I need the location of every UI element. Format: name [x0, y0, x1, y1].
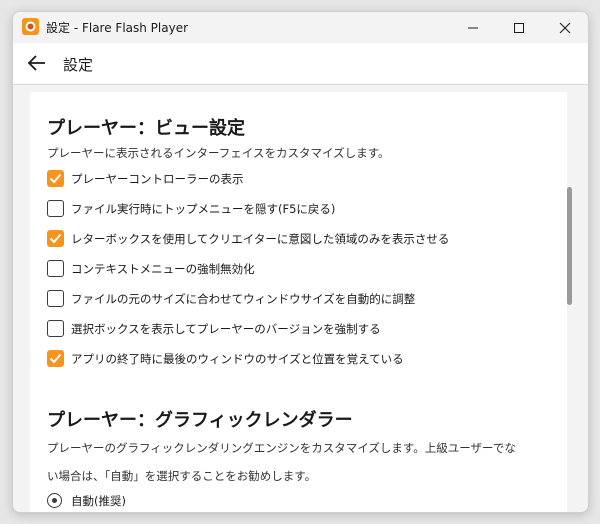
graphics-renderer-section: プレーヤー：グラフィックレンダラー [47, 406, 557, 432]
checkmark-icon [49, 233, 62, 244]
back-arrow-icon [27, 55, 45, 71]
option-label: ファイル実行時にトップメニューを隠す(F5に戻る) [71, 202, 336, 216]
graphics-section-title: プレーヤー：グラフィックレンダラー [47, 410, 353, 431]
graphics-section-description-wrap: プレーヤーのグラフィックレンダリングエンジンをカスタマイズします。上級ユーザーで… [47, 434, 557, 490]
checkbox-show-controller[interactable] [47, 170, 64, 187]
close-button[interactable] [542, 12, 588, 43]
minimize-icon [468, 27, 478, 29]
option-label: 選択ボックスを表示してプレーヤーのバージョンを強制する [71, 322, 381, 336]
option-label: アプリの終了時に最後のウィンドウのサイズと位置を覚えている [71, 352, 404, 366]
checkbox-force-player-version[interactable] [47, 320, 64, 337]
graphics-section-description-line2: い場合は、「自動」を選択することをお勧めします。 [47, 469, 317, 483]
settings-content: プレーヤー：ビュー設定 プレーヤーに表示されるインターフェイスをカスタマイズしま… [30, 92, 567, 512]
maximize-button[interactable] [496, 12, 542, 43]
flare-app-icon [22, 18, 39, 35]
checkbox-disable-context-menu[interactable] [47, 260, 64, 277]
window-title: 設定 - Flare Flash Player [46, 21, 189, 35]
radio-selected-dot [51, 497, 57, 503]
option-label: レターボックスを使用してクリエイターに意図した領域のみを表示させる [71, 232, 450, 246]
checkmark-icon [49, 353, 62, 364]
close-icon [559, 22, 571, 34]
checkbox-letterbox[interactable] [47, 230, 64, 247]
view-section-description: プレーヤーに表示されるインターフェイスをカスタマイズします。 [47, 146, 390, 160]
minimize-button[interactable] [450, 12, 496, 43]
graphics-section-description-line1: プレーヤーのグラフィックレンダリングエンジンをカスタマイズします。上級ユーザーで… [47, 441, 516, 455]
checkmark-icon [49, 173, 62, 184]
settings-window: 設定 - Flare Flash Player 設定 プレーヤー：ビュー設定 プ… [12, 11, 589, 513]
maximize-icon [514, 23, 524, 33]
view-settings-section: プレーヤー：ビュー設定 [47, 114, 557, 140]
option-label: ファイルの元のサイズに合わせてウィンドウサイズを自動的に調整 [71, 292, 416, 306]
option-label: コンテキストメニューの強制無効化 [71, 262, 255, 276]
page-title: 設定 [63, 56, 94, 74]
checkbox-hide-top-menu[interactable] [47, 200, 64, 217]
back-button[interactable] [25, 51, 49, 75]
option-label: プレーヤーコントローラーの表示 [71, 172, 244, 186]
view-section-description-wrap: プレーヤーに表示されるインターフェイスをカスタマイズします。 [47, 139, 557, 167]
radio-button-auto[interactable] [47, 493, 62, 508]
title-bar: 設定 - Flare Flash Player [13, 12, 588, 43]
checkbox-auto-resize-window[interactable] [47, 290, 64, 307]
nav-bar: 設定 [13, 43, 588, 85]
checkbox-remember-window[interactable] [47, 350, 64, 367]
view-section-title: プレーヤー：ビュー設定 [47, 118, 245, 139]
radio-label: 自動(推奨) [71, 494, 126, 508]
scrollbar-thumb[interactable] [567, 187, 572, 305]
